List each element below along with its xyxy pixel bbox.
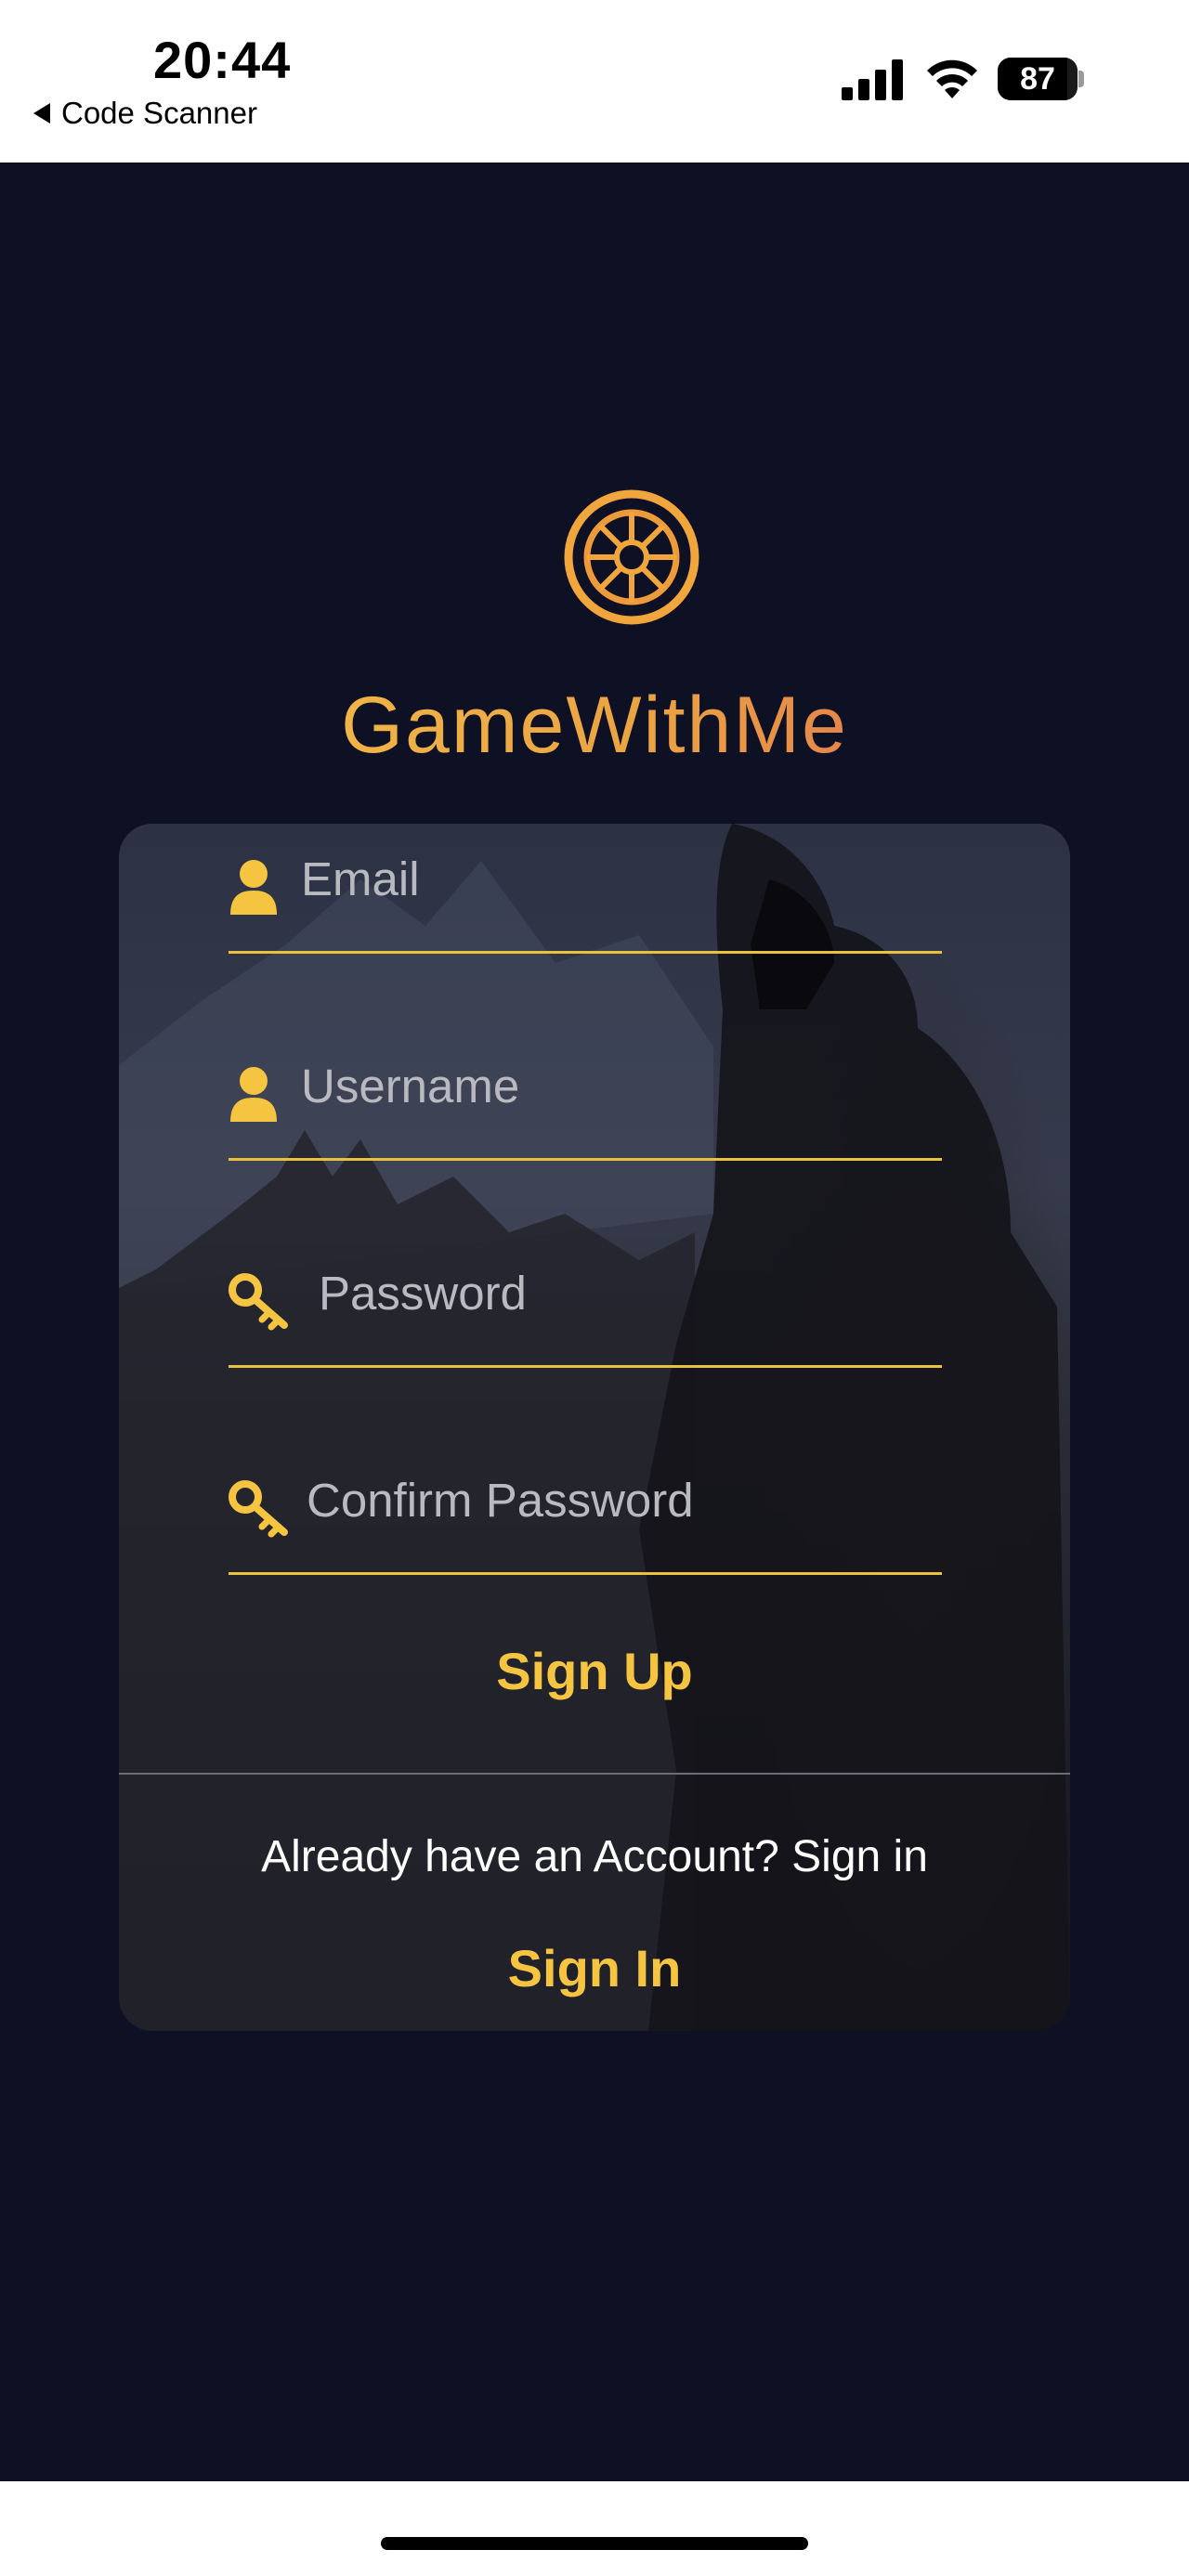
password-input[interactable]: Password — [319, 1266, 527, 1321]
brand-name: GameWithMe — [0, 680, 1189, 772]
email-field[interactable]: Email — [229, 824, 942, 954]
password-field[interactable]: Password — [229, 1229, 942, 1368]
home-area — [0, 2481, 1189, 2576]
status-time: 20:44 — [153, 31, 292, 89]
sign-in-prompt: Already have an Account? Sign in — [261, 1832, 928, 1881]
sign-up-button[interactable]: Sign Up — [119, 1641, 1070, 1701]
home-indicator[interactable] — [381, 2537, 808, 2550]
username-input[interactable]: Username — [301, 1059, 519, 1113]
key-icon — [229, 1480, 288, 1538]
sign-in-button[interactable]: Sign In — [119, 1938, 1070, 1998]
battery-percent: 87 — [1020, 60, 1055, 97]
back-to-app-link[interactable]: Code Scanner — [33, 96, 257, 131]
back-arrow-icon — [33, 103, 50, 124]
user-icon — [230, 860, 277, 915]
wifi-icon — [927, 59, 977, 98]
user-icon — [230, 1067, 277, 1122]
app-screen: GameWithMe Email Username Password Confi… — [0, 163, 1189, 2481]
sign-up-card: Email Username Password Confirm Password… — [119, 824, 1070, 2031]
status-bar: 20:44 Code Scanner 87 — [0, 0, 1189, 163]
key-icon — [229, 1273, 288, 1331]
back-link-label: Code Scanner — [61, 96, 257, 130]
signal-bars-icon — [842, 59, 903, 100]
battery-tip — [1078, 71, 1084, 87]
email-input[interactable]: Email — [301, 852, 420, 906]
username-field[interactable]: Username — [229, 1021, 942, 1161]
divider — [119, 1773, 1070, 1775]
confirm-password-field[interactable]: Confirm Password — [229, 1436, 942, 1575]
battery-indicator: 87 — [998, 58, 1078, 100]
speeding-wheel-icon — [464, 489, 699, 625]
confirm-password-input[interactable]: Confirm Password — [307, 1473, 694, 1528]
